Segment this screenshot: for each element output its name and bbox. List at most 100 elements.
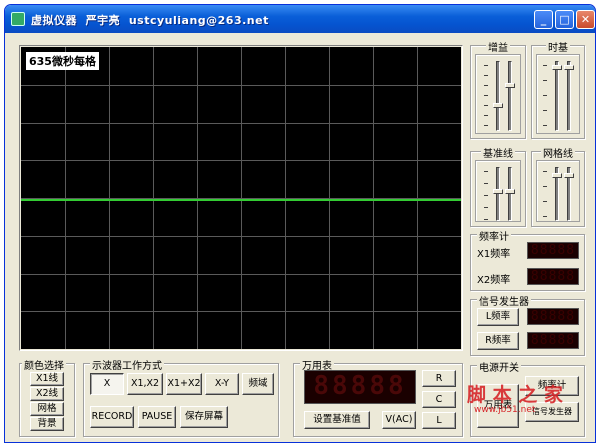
watermark-logo: 脚 本 之 家	[467, 384, 563, 406]
timebase-track	[555, 61, 559, 131]
gridline-group: 网格线	[531, 145, 585, 227]
maximize-button[interactable]: □	[555, 10, 574, 29]
app-icon	[11, 12, 25, 26]
gain-tick	[484, 75, 488, 76]
signal-trace	[21, 199, 461, 201]
gain-thumb[interactable]	[493, 103, 503, 108]
timebase-tick	[543, 95, 547, 96]
gain-track-2	[508, 61, 512, 131]
timebase-tick	[543, 80, 547, 81]
mode-title: 示波器工作方式	[90, 357, 164, 372]
color-x2-button[interactable]: X2线	[30, 387, 64, 401]
mode-group: 示波器工作方式 X X1,X2 X1+X2 X-Y 频域 RECORD PAUS…	[83, 357, 279, 437]
gain-track	[496, 61, 500, 131]
x1-freq-label: X1频率	[477, 249, 511, 260]
baseline-tick	[484, 207, 488, 208]
x2-freq-label: X2频率	[477, 275, 511, 286]
gain-tick	[484, 105, 488, 106]
close-button[interactable]: ✕	[576, 10, 595, 29]
gridline-title: 网格线	[541, 145, 575, 160]
mode-x1-plus-x2-button[interactable]: X1+X2	[166, 373, 202, 395]
mm-r-button[interactable]: R	[422, 370, 456, 387]
gain-tick	[484, 95, 488, 96]
gridline-slider[interactable]	[536, 160, 580, 222]
color-select-title: 颜色选择	[22, 357, 66, 372]
l-freq-display: 88888	[527, 308, 579, 325]
baseline-slider[interactable]	[475, 160, 521, 222]
app-window: 虚拟仪器 严宇亮 ustcyuliang@263.net _ □ ✕ 635微秒…	[4, 4, 596, 443]
grid-line-horizontal	[21, 311, 461, 312]
freq-meter-title: 频率计	[477, 228, 511, 243]
gridline-tick	[543, 216, 547, 217]
timebase-track-2	[567, 61, 571, 131]
baseline-tick	[484, 195, 488, 196]
pause-button[interactable]: PAUSE	[138, 406, 176, 428]
color-background-button[interactable]: 背景	[30, 417, 64, 431]
baseline-group: 基准线	[470, 145, 526, 227]
baseline-tick	[484, 219, 488, 220]
gridline-thumb[interactable]	[552, 173, 562, 178]
baseline-tick	[484, 171, 488, 172]
baseline-track-2	[508, 167, 512, 221]
timebase-label: 635微秒每格	[26, 52, 99, 70]
timebase-thumb-2[interactable]	[564, 65, 574, 70]
watermark-url: www.jb51.net	[474, 405, 536, 415]
timebase-tick	[543, 110, 547, 111]
grid-line-horizontal	[21, 236, 461, 237]
title-bar[interactable]: 虚拟仪器 严宇亮 ustcyuliang@263.net _ □ ✕	[5, 5, 595, 33]
set-baseline-button[interactable]: 设置基准值	[304, 411, 370, 429]
color-x1-button[interactable]: X1线	[30, 372, 64, 386]
gain-tick	[484, 125, 488, 126]
color-grid-button[interactable]: 网格	[30, 402, 64, 416]
grid-line-horizontal	[21, 85, 461, 86]
gridline-tick	[543, 186, 547, 187]
x2-freq-display: 88888	[527, 268, 579, 285]
baseline-thumb[interactable]	[493, 189, 503, 194]
mm-l-button[interactable]: L	[422, 412, 456, 429]
gain-title: 增益	[486, 39, 510, 54]
timebase-title: 时基	[546, 39, 570, 54]
multimeter-group: 万用表 88888 R C L 设置基准值 V(AC)	[293, 357, 463, 437]
gain-group: 增益	[470, 39, 526, 139]
baseline-thumb-2[interactable]	[505, 189, 515, 194]
mode-x-button[interactable]: X	[90, 373, 124, 395]
save-screen-button[interactable]: 保存屏幕	[180, 406, 228, 428]
minimize-button[interactable]: _	[534, 10, 553, 29]
color-select-group: 颜色选择 X1线 X2线 网格 背景	[19, 357, 75, 437]
record-button[interactable]: RECORD	[90, 406, 134, 428]
mode-freq-domain-button[interactable]: 频域	[242, 373, 274, 395]
signal-gen-title: 信号发生器	[477, 293, 531, 308]
x1-freq-display: 88888	[527, 242, 579, 259]
r-freq-display: 88888	[527, 332, 579, 349]
gridline-tick	[543, 171, 547, 172]
vac-button[interactable]: V(AC)	[382, 411, 416, 429]
signal-gen-group: 信号发生器 L频率 88888 R频率 88888	[470, 293, 585, 356]
gain-thumb-2[interactable]	[505, 83, 515, 88]
freq-meter-group: 频率计 X1频率 88888 X2频率 88888	[470, 228, 585, 291]
baseline-title: 基准线	[481, 145, 515, 160]
grid-line-horizontal	[21, 160, 461, 161]
mm-c-button[interactable]: C	[422, 391, 456, 408]
timebase-group: 时基	[531, 39, 585, 139]
mode-xy-button[interactable]: X-Y	[205, 373, 239, 395]
gridline-tick	[543, 201, 547, 202]
power-title: 电源开关	[477, 359, 521, 374]
timebase-thumb[interactable]	[552, 65, 562, 70]
timebase-slider[interactable]	[536, 54, 580, 134]
r-freq-button[interactable]: R频率	[477, 332, 519, 350]
grid-line-horizontal	[21, 274, 461, 275]
gain-tick	[484, 65, 488, 66]
scope-screen: 635微秒每格	[21, 47, 461, 349]
window-title: 虚拟仪器 严宇亮 ustcyuliang@263.net	[31, 14, 269, 27]
baseline-tick	[484, 183, 488, 184]
gain-tick	[484, 115, 488, 116]
multimeter-display: 88888	[304, 370, 416, 404]
gridline-thumb-2[interactable]	[564, 173, 574, 178]
scope-frame: 635微秒每格	[19, 45, 463, 351]
baseline-track	[496, 167, 500, 221]
mode-x1x2-button[interactable]: X1,X2	[127, 373, 163, 395]
l-freq-button[interactable]: L频率	[477, 308, 519, 326]
gain-slider[interactable]	[475, 54, 521, 134]
gain-tick	[484, 85, 488, 86]
timebase-tick	[543, 65, 547, 66]
